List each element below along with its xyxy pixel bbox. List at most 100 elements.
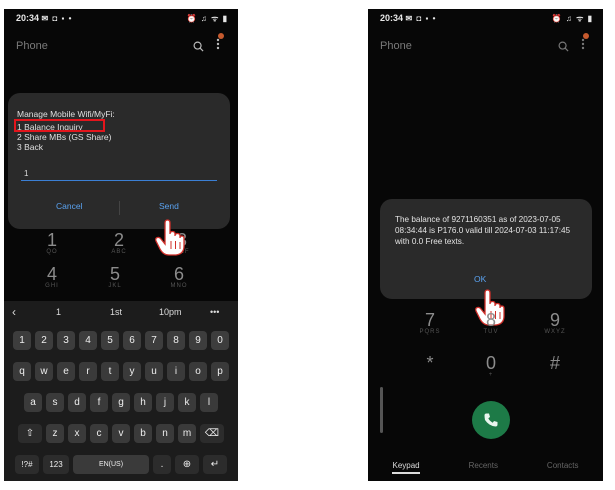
dialpad-key-2[interactable]: 2 ABC <box>99 231 139 255</box>
key-c[interactable]: c <box>90 424 108 443</box>
key-s[interactable]: s <box>46 393 64 412</box>
phone-icon <box>484 413 498 427</box>
key-x[interactable]: x <box>68 424 86 443</box>
suggestion-bar: ‹ 1 1st 10pm ••• <box>4 301 238 323</box>
cancel-button[interactable]: Cancel <box>56 201 82 211</box>
suggestion-2[interactable]: 1st <box>110 307 122 317</box>
key-9[interactable]: 9 <box>189 331 207 350</box>
balance-message: The balance of 9271160351 as of 2023-07-… <box>395 215 571 246</box>
key-n[interactable]: n <box>156 424 174 443</box>
dialog-title: Manage Mobile Wifi/MyFi: <box>17 109 115 119</box>
key-2[interactable]: 2 <box>35 331 53 350</box>
hand-pointer-icon <box>155 219 185 256</box>
app-title: Phone <box>16 40 48 52</box>
tab-contacts[interactable]: Contacts <box>547 461 579 474</box>
menu-option-2: 2 Share MBs (GS Share) <box>17 132 112 142</box>
key-5[interactable]: 5 <box>101 331 119 350</box>
dialpad-key-7[interactable]: 7 PQRS <box>410 311 450 335</box>
suggestion-1[interactable]: 1 <box>56 307 61 317</box>
app-bar: Phone <box>380 33 589 55</box>
dialpad-key-6[interactable]: 6 MNO <box>159 265 199 289</box>
status-bar: 20:34 ✉ ◘ ▪ • ⏰ ♫ ᯤ ▮ <box>4 9 238 27</box>
dialpad-key-star[interactable]: * <box>410 354 450 372</box>
more-options-icon[interactable] <box>581 33 589 55</box>
dialpad-key-hash[interactable]: # <box>535 354 575 372</box>
key-z[interactable]: z <box>46 424 64 443</box>
search-icon[interactable] <box>558 41 569 52</box>
numbers-key[interactable]: 123 <box>43 455 69 474</box>
menu-option-3: 3 Back <box>17 142 43 152</box>
ok-button[interactable]: OK <box>474 274 486 284</box>
notification-icons: ✉ ◘ ▪ • <box>405 14 437 23</box>
key-r[interactable]: r <box>79 362 97 381</box>
app-title: Phone <box>380 40 412 52</box>
more-options-icon[interactable] <box>216 33 224 55</box>
clock: 20:34 <box>380 13 404 23</box>
system-icons: ⏰ ♫ ᯤ ▮ <box>551 14 593 23</box>
key-f[interactable]: f <box>90 393 108 412</box>
key-i[interactable]: i <box>167 362 185 381</box>
balance-dialog: The balance of 9271160351 as of 2023-07-… <box>380 199 592 299</box>
period-key[interactable]: . <box>153 455 171 474</box>
key-v[interactable]: v <box>112 424 130 443</box>
key-o[interactable]: o <box>189 362 207 381</box>
suggestion-3[interactable]: 10pm <box>159 307 182 317</box>
key-3[interactable]: 3 <box>57 331 75 350</box>
key-y[interactable]: y <box>123 362 141 381</box>
key-4[interactable]: 4 <box>79 331 97 350</box>
dialpad-key-5[interactable]: 5 JKL <box>95 265 135 289</box>
key-q[interactable]: q <box>13 362 31 381</box>
collapse-toolbar-icon[interactable]: ‹ <box>12 305 16 319</box>
key-l[interactable]: l <box>200 393 218 412</box>
dialpad-key-4[interactable]: 4 GHI <box>32 265 72 289</box>
key-g[interactable]: g <box>112 393 130 412</box>
enter-key[interactable]: ↵ <box>203 455 227 474</box>
clock: 20:34 <box>16 13 40 23</box>
key-a[interactable]: a <box>24 393 42 412</box>
key-t[interactable]: t <box>101 362 119 381</box>
key-p[interactable]: p <box>211 362 229 381</box>
more-suggestions-icon[interactable]: ••• <box>210 307 219 317</box>
call-button[interactable] <box>472 401 510 439</box>
dialpad-key-1[interactable]: 1 QO <box>32 231 72 255</box>
highlight-box <box>14 119 105 132</box>
search-icon[interactable] <box>193 41 204 52</box>
key-j[interactable]: j <box>156 393 174 412</box>
scrollbar[interactable] <box>380 387 383 433</box>
ussd-dialog: Manage Mobile Wifi/MyFi: 1 Balance Inqui… <box>8 93 230 229</box>
key-w[interactable]: w <box>35 362 53 381</box>
key-u[interactable]: u <box>145 362 163 381</box>
send-button[interactable]: Send <box>159 201 179 211</box>
soft-keyboard: ‹ 1 1st 10pm ••• 1 2 3 4 5 6 7 8 9 0 q w… <box>4 301 238 481</box>
key-6[interactable]: 6 <box>123 331 141 350</box>
dialpad-key-8[interactable]: 8 TUV <box>471 311 511 335</box>
right-phone-screen: 20:34 ✉ ◘ ▪ • ⏰ ♫ ᯤ ▮ Phone The balance … <box>368 9 603 481</box>
dialpad-key-9[interactable]: 9 WXYZ <box>535 311 575 335</box>
notification-icons: ✉ ◘ ▪ • <box>41 14 73 23</box>
app-bar: Phone <box>16 33 224 55</box>
tab-keypad[interactable]: Keypad <box>392 461 420 474</box>
dialpad-key-0[interactable]: 0 + <box>471 354 511 378</box>
shift-key[interactable]: ⇧ <box>18 424 42 443</box>
system-icons: ⏰ ♫ ᯤ ▮ <box>186 14 228 23</box>
status-bar: 20:34 ✉ ◘ ▪ • ⏰ ♫ ᯤ ▮ <box>368 9 603 27</box>
button-divider <box>119 201 120 215</box>
symbols-key[interactable]: !?# <box>15 455 39 474</box>
key-b[interactable]: b <box>134 424 152 443</box>
backspace-key[interactable]: ⌫ <box>200 424 224 443</box>
key-e[interactable]: e <box>57 362 75 381</box>
key-8[interactable]: 8 <box>167 331 185 350</box>
left-phone-screen: 20:34 ✉ ◘ ▪ • ⏰ ♫ ᯤ ▮ Phone 1QO 2ABC 3DE… <box>4 9 238 481</box>
globe-key[interactable]: ⊕ <box>175 455 199 474</box>
space-key[interactable]: EN(US) <box>73 455 149 474</box>
key-m[interactable]: m <box>178 424 196 443</box>
key-0[interactable]: 0 <box>211 331 229 350</box>
key-1[interactable]: 1 <box>13 331 31 350</box>
key-d[interactable]: d <box>68 393 86 412</box>
key-h[interactable]: h <box>134 393 152 412</box>
tab-recents[interactable]: Recents <box>469 461 498 474</box>
bottom-tabs: Keypad Recents Contacts <box>368 461 603 474</box>
key-k[interactable]: k <box>178 393 196 412</box>
ussd-reply-input[interactable] <box>21 167 217 181</box>
key-7[interactable]: 7 <box>145 331 163 350</box>
